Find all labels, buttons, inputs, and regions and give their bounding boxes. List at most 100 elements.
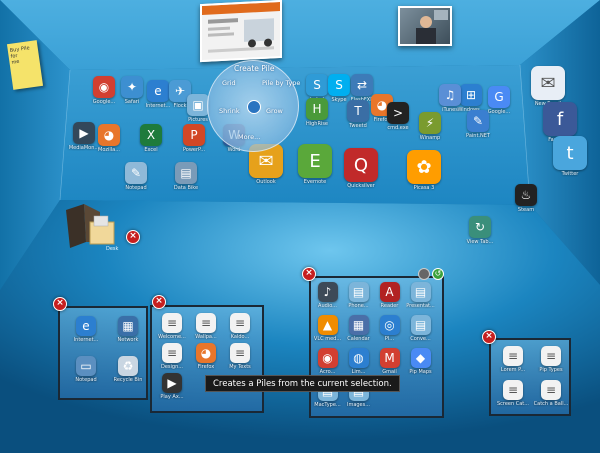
desktop-icon[interactable]: ≡ Wallpa... — [190, 313, 222, 340]
close-pile-apps-button[interactable]: × — [302, 267, 316, 281]
desktop-icon[interactable]: ✎ Paint.NET — [458, 110, 498, 139]
icon-label: Network — [117, 337, 139, 343]
desktop-icon[interactable]: e Internet... — [66, 316, 106, 343]
pictures-icon: ▣ — [187, 94, 209, 116]
desktop-icon[interactable]: ♨ Steam — [506, 184, 546, 213]
desktop-icon[interactable]: ◆ Pip Maps — [406, 348, 435, 375]
more-option[interactable]: More... — [238, 133, 260, 141]
icon-label: Paint.NET — [466, 133, 490, 139]
desktop-icon[interactable]: ⚡ Winamp — [410, 112, 450, 141]
icon-label: View Tab... — [466, 239, 494, 245]
desktop-icon[interactable]: ✿ Picasa 3 — [400, 150, 448, 191]
desktop-icon[interactable]: Q Quicksilver — [337, 148, 385, 189]
doc-icon: ≡ — [541, 346, 561, 366]
icon-label: Conve... — [410, 336, 431, 342]
desktop-icon[interactable]: ▭ Notepad — [66, 356, 106, 383]
icon-label: Internet... — [73, 337, 99, 343]
desktop-icon[interactable]: ♫ iTunes — [430, 84, 470, 113]
icon-label: Kaldo... — [230, 334, 250, 340]
desktop-icon[interactable]: ≡ My Texts — [224, 343, 256, 370]
excel-icon: X — [140, 124, 162, 146]
desktop-icon[interactable]: M Gmail — [375, 348, 404, 375]
desktop-icon[interactable]: H HighRise — [297, 98, 337, 127]
webpage-thumbnail — [202, 1, 280, 53]
desktop-icon[interactable]: ≡ Pip Types — [533, 346, 569, 373]
desktop-icon[interactable]: ≡ Screen Cat... — [495, 380, 531, 407]
doc-icon: ≡ — [230, 343, 250, 363]
desktop-icon[interactable]: ≡ Welcome... — [156, 313, 188, 340]
desktop-icon[interactable]: ✉New Email — [528, 66, 568, 107]
photo-thumbnail — [416, 10, 448, 44]
close-pile-right-button[interactable]: × — [482, 330, 496, 344]
icon-label: Audio... — [318, 303, 337, 309]
desktop-icon[interactable]: ≡ Design... — [156, 343, 188, 370]
desktop-icon[interactable]: ✎ Notepad — [116, 162, 156, 191]
gmail-icon: M — [379, 348, 400, 368]
desktop-icon[interactable]: ▤ Phone... — [344, 282, 373, 309]
winamp-icon: ⚡ — [419, 112, 441, 134]
desktop-icon[interactable]: ▤ Data Bike — [166, 162, 206, 191]
close-chair-pile-button[interactable]: × — [126, 230, 140, 244]
pile-gray-control-icon[interactable] — [418, 268, 430, 280]
desktop-icon[interactable]: ↻ View Tab... — [460, 216, 500, 245]
pinned-photo[interactable] — [398, 6, 452, 46]
network-icon: ▦ — [118, 316, 138, 336]
desktop-icon[interactable]: ◕ Mozilla... — [89, 124, 129, 153]
desktop-icon[interactable]: A Reader — [375, 282, 404, 309]
pie-menu[interactable]: Create Pile Grid Pile by Type Shrink Gro… — [207, 60, 300, 152]
shrink-option[interactable]: Shrink — [219, 107, 240, 115]
desktop-icon[interactable]: ◎ Pl... — [375, 315, 404, 342]
desktop-icon[interactable]: ≡ Catch a Ball... — [533, 380, 569, 407]
doc-icon: ≡ — [162, 343, 182, 363]
grow-option[interactable]: Grow — [266, 107, 283, 115]
audio-icon: ♪ — [317, 282, 338, 302]
desktop-icon[interactable]: P PowerP... — [174, 124, 214, 153]
chair-pile[interactable]: Desk × — [60, 202, 140, 254]
pinned-webpage-image[interactable] — [200, 0, 282, 63]
desktop-icon[interactable]: ≡ Kaldo... — [224, 313, 256, 340]
desktop-icon[interactable]: ▦ Network — [108, 316, 148, 343]
grid-option[interactable]: Grid — [222, 79, 236, 87]
pile-expand-icon[interactable]: ↺ — [432, 268, 444, 280]
desktop-icon[interactable]: ♪ Audio... — [313, 282, 342, 309]
create-pile-option[interactable]: Create Pile — [234, 64, 274, 73]
pile-left[interactable]: e Internet... ▦ Network ▭ Notepad ♻ Recycle Bin — [58, 306, 148, 400]
icon-label: Design... — [160, 364, 184, 370]
desktop-icon[interactable]: ▶ Play Ax... — [156, 373, 188, 400]
icon-label: Pip Types — [539, 367, 563, 373]
desktop-icon[interactable]: ◍ Lim... — [344, 348, 373, 375]
desktop-icon[interactable]: E Evernote — [291, 144, 339, 185]
maps-icon: ◆ — [410, 348, 431, 368]
desktop-icon[interactable]: ▤ Conve... — [406, 315, 435, 342]
itunes-icon: ♫ — [439, 84, 461, 106]
bumptop-room: Buy Pile for me ◉ Google... ✦ Safari e Intern… — [0, 0, 600, 453]
pile-apps[interactable]: ♪ Audio... ▤ Phone... A Reader ▤ Presentat... ▲ V… — [309, 276, 444, 418]
icon-label: Pl... — [384, 336, 395, 342]
icon-label: Screen Cat... — [496, 401, 530, 407]
desktop-icon[interactable]: ≡ Lorem P... — [495, 346, 531, 373]
app-icon: ▤ — [410, 315, 431, 335]
desktop-icon[interactable]: ▤ Presentat... — [406, 282, 435, 309]
doc-icon: ≡ — [162, 313, 182, 333]
close-pile-documents-button[interactable]: × — [152, 295, 166, 309]
desktop-icon[interactable]: ▲ VLC med... — [313, 315, 342, 342]
doc-icon: ≡ — [503, 346, 523, 366]
icon-label: Recycle Bin — [113, 377, 143, 383]
cmd-icon: > — [387, 102, 409, 124]
close-pile-left-button[interactable]: × — [53, 297, 67, 311]
desktop-icon[interactable]: X Excel — [131, 124, 171, 153]
desktop-icon[interactable]: T Tweetd — [338, 100, 378, 129]
icon-label: Lorem P... — [500, 367, 526, 373]
pile-right[interactable]: ≡ Lorem P... ≡ Pip Types ≡ Screen Cat... ≡ Catc… — [489, 338, 571, 416]
desktop-icon[interactable]: ◉ Acro... — [313, 348, 342, 375]
icon-label: Images... — [346, 402, 371, 408]
icon-label: Data Bike — [173, 185, 199, 191]
desktop-icon[interactable]: ◕ Firefox — [190, 343, 222, 370]
pile-by-type-option[interactable]: Pile by Type — [262, 79, 300, 87]
pile-documents[interactable]: ≡ Welcome... ≡ Wallpa... ≡ Kaldo... ≡ Design...… — [150, 305, 264, 413]
sticky-note[interactable]: Buy Pile for me — [6, 40, 44, 90]
desktop-icon[interactable]: ♻ Recycle Bin — [108, 356, 148, 383]
firefox-icon: ◕ — [196, 343, 216, 363]
desktop-icon[interactable]: t Twitter — [550, 136, 590, 177]
desktop-icon[interactable]: ▦ Calendar — [344, 315, 373, 342]
